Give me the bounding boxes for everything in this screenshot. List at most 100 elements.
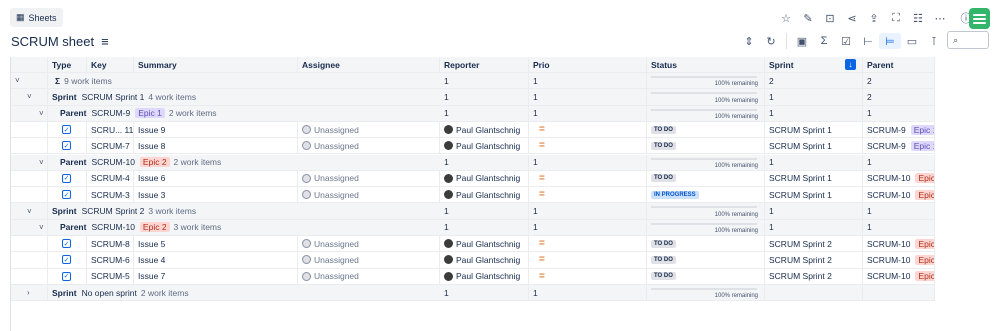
header-parent[interactable]: Parent <box>863 57 935 72</box>
assignee-cell[interactable]: Unassigned <box>298 268 440 284</box>
key-cell[interactable]: SCRUM-4 <box>87 170 134 187</box>
refresh-icon[interactable]: ↻ <box>760 33 782 49</box>
summary-cell[interactable]: Issue 6 <box>134 170 298 187</box>
chevron-cell[interactable]: ˅ <box>11 154 48 170</box>
chevron-cell[interactable]: ˅ <box>11 73 48 89</box>
header-key[interactable]: Key <box>87 57 134 72</box>
reporter-cell[interactable]: Paul Glantschnig <box>440 187 529 203</box>
reporter-cell[interactable]: Paul Glantschnig <box>440 170 529 187</box>
chevron-icon[interactable]: ˅ <box>39 158 44 167</box>
assignee-cell[interactable]: Unassigned <box>298 187 440 203</box>
more-icon[interactable]: ⋯ <box>929 10 951 26</box>
row-height-icon[interactable]: ⇕ <box>738 33 760 49</box>
parent-cell[interactable]: SCRUM-10 Epic 2 <box>863 187 935 203</box>
reporter-cell[interactable]: Paul Glantschnig <box>440 138 529 154</box>
status-cell[interactable]: TO DO <box>647 252 765 268</box>
summary-cell[interactable]: Issue 5 <box>134 236 298 252</box>
prio-cell[interactable]: = <box>529 170 647 187</box>
assignee-cell[interactable]: Unassigned <box>298 121 440 138</box>
settings-sliders-icon[interactable]: ☷ <box>907 10 929 26</box>
key-cell[interactable]: SCRUM-6 <box>87 252 134 268</box>
header-summary[interactable]: Summary <box>134 57 298 72</box>
header-type[interactable]: Type <box>48 57 87 72</box>
paint-icon[interactable]: ⊺ <box>923 33 945 49</box>
chevron-cell[interactable]: › <box>11 284 48 301</box>
summary-cell[interactable]: Issue 4 <box>134 252 298 268</box>
sprint-cell[interactable]: SCRUM Sprint 1 <box>765 170 863 187</box>
prio-cell[interactable]: = <box>529 268 647 284</box>
header-reporter[interactable]: Reporter <box>440 57 529 72</box>
assignee-cell[interactable]: Unassigned <box>298 252 440 268</box>
assignee-cell[interactable]: Unassigned <box>298 170 440 187</box>
reporter-cell[interactable]: Paul Glantschnig <box>440 252 529 268</box>
sprint-cell[interactable]: SCRUM Sprint 1 <box>765 187 863 203</box>
sprint-cell[interactable]: SCRUM Sprint 1 <box>765 121 863 138</box>
menu-icon[interactable]: ≡ <box>101 34 109 49</box>
summary-cell[interactable]: Issue 8 <box>134 138 298 154</box>
header-assignee[interactable]: Assignee <box>298 57 440 72</box>
assignee-cell[interactable]: Unassigned <box>298 138 440 154</box>
parent-cell[interactable]: SCRUM-10 Epic 2 <box>863 170 935 187</box>
chevron-cell[interactable]: ˅ <box>11 203 48 219</box>
chevron-cell[interactable]: ˅ <box>11 89 48 105</box>
chevron-icon[interactable]: ˅ <box>39 223 44 232</box>
reporter-cell[interactable]: Paul Glantschnig <box>440 268 529 284</box>
status-cell[interactable]: TO DO <box>647 236 765 252</box>
status-cell[interactable]: IN PROGRESS <box>647 187 765 203</box>
status-cell[interactable]: TO DO <box>647 268 765 284</box>
share-icon[interactable]: ⋖ <box>841 10 863 26</box>
header-prio[interactable]: Prio <box>529 57 647 72</box>
hierarchy-icon[interactable]: ⊢ <box>857 33 879 49</box>
add-column-icon[interactable]: ▣ <box>791 33 813 49</box>
chevron-icon[interactable]: ˅ <box>27 92 32 101</box>
export-icon[interactable]: ⇪ <box>863 10 885 26</box>
status-cell[interactable]: TO DO <box>647 138 765 154</box>
parent-cell[interactable]: SCRUM-10 Epic 2 <box>863 268 935 284</box>
header-status[interactable]: Status <box>647 57 765 72</box>
search-input[interactable]: ⌕ <box>947 31 989 49</box>
status-cell[interactable]: TO DO <box>647 121 765 138</box>
reporter-cell[interactable]: Paul Glantschnig <box>440 236 529 252</box>
prio-cell[interactable]: = <box>529 252 647 268</box>
group-icon[interactable]: ⊨ <box>879 33 901 49</box>
summary-cell[interactable]: Issue 3 <box>134 187 298 203</box>
sprint-cell[interactable]: SCRUM Sprint 2 <box>765 268 863 284</box>
chevron-cell[interactable]: ˅ <box>11 219 48 235</box>
chevron-icon[interactable]: ˅ <box>15 76 20 85</box>
prio-cell[interactable]: = <box>529 187 647 203</box>
prio-cell[interactable]: = <box>529 138 647 154</box>
sort-desc-icon[interactable]: ↓ <box>845 59 856 70</box>
parent-cell[interactable]: SCRUM-9 Epic 1 <box>863 138 935 154</box>
key-cell[interactable]: SCRUM-5 <box>87 268 134 284</box>
parent-cell[interactable]: SCRUM-10 Epic 2 <box>863 252 935 268</box>
sheets-button[interactable]: ▦ Sheets <box>10 8 63 27</box>
star-icon[interactable]: ☆ <box>775 10 797 26</box>
assignee-cell[interactable]: Unassigned <box>298 236 440 252</box>
summary-cell[interactable]: Issue 7 <box>134 268 298 284</box>
chevron-icon[interactable]: › <box>27 288 30 297</box>
key-cell[interactable]: SCRUM-8 <box>87 236 134 252</box>
lock-icon[interactable]: ⊡ <box>819 10 841 26</box>
status-cell[interactable]: TO DO <box>647 170 765 187</box>
key-cell[interactable]: SCRUM-7 <box>87 138 134 154</box>
parent-cell[interactable]: SCRUM-9 Epic 1 <box>863 121 935 138</box>
chevron-cell[interactable]: ˅ <box>11 105 48 121</box>
reporter-cell[interactable]: Paul Glantschnig <box>440 121 529 138</box>
prio-cell[interactable]: = <box>529 236 647 252</box>
header-sprint[interactable]: Sprint ↓ <box>765 57 863 72</box>
sprint-cell[interactable]: SCRUM Sprint 2 <box>765 236 863 252</box>
card-icon[interactable]: ▭ <box>901 33 923 49</box>
sprint-cell[interactable]: SCRUM Sprint 1 <box>765 138 863 154</box>
sum-icon[interactable]: Σ <box>813 33 835 49</box>
parent-cell[interactable]: SCRUM-10 Epic 2 <box>863 236 935 252</box>
summary-cell[interactable]: Issue 9 <box>134 121 298 138</box>
chevron-icon[interactable]: ˅ <box>39 109 44 118</box>
sprint-cell[interactable]: SCRUM Sprint 2 <box>765 252 863 268</box>
fullscreen-icon[interactable]: ⛶ <box>885 10 907 26</box>
key-cell[interactable]: SCRUM-3 <box>87 187 134 203</box>
key-cell[interactable]: SCRU... 11 <box>87 121 134 138</box>
edit-icon[interactable]: ✎ <box>797 10 819 26</box>
chevron-icon[interactable]: ˅ <box>27 207 32 216</box>
checklist-icon[interactable]: ☑ <box>835 33 857 49</box>
prio-cell[interactable]: = <box>529 121 647 138</box>
